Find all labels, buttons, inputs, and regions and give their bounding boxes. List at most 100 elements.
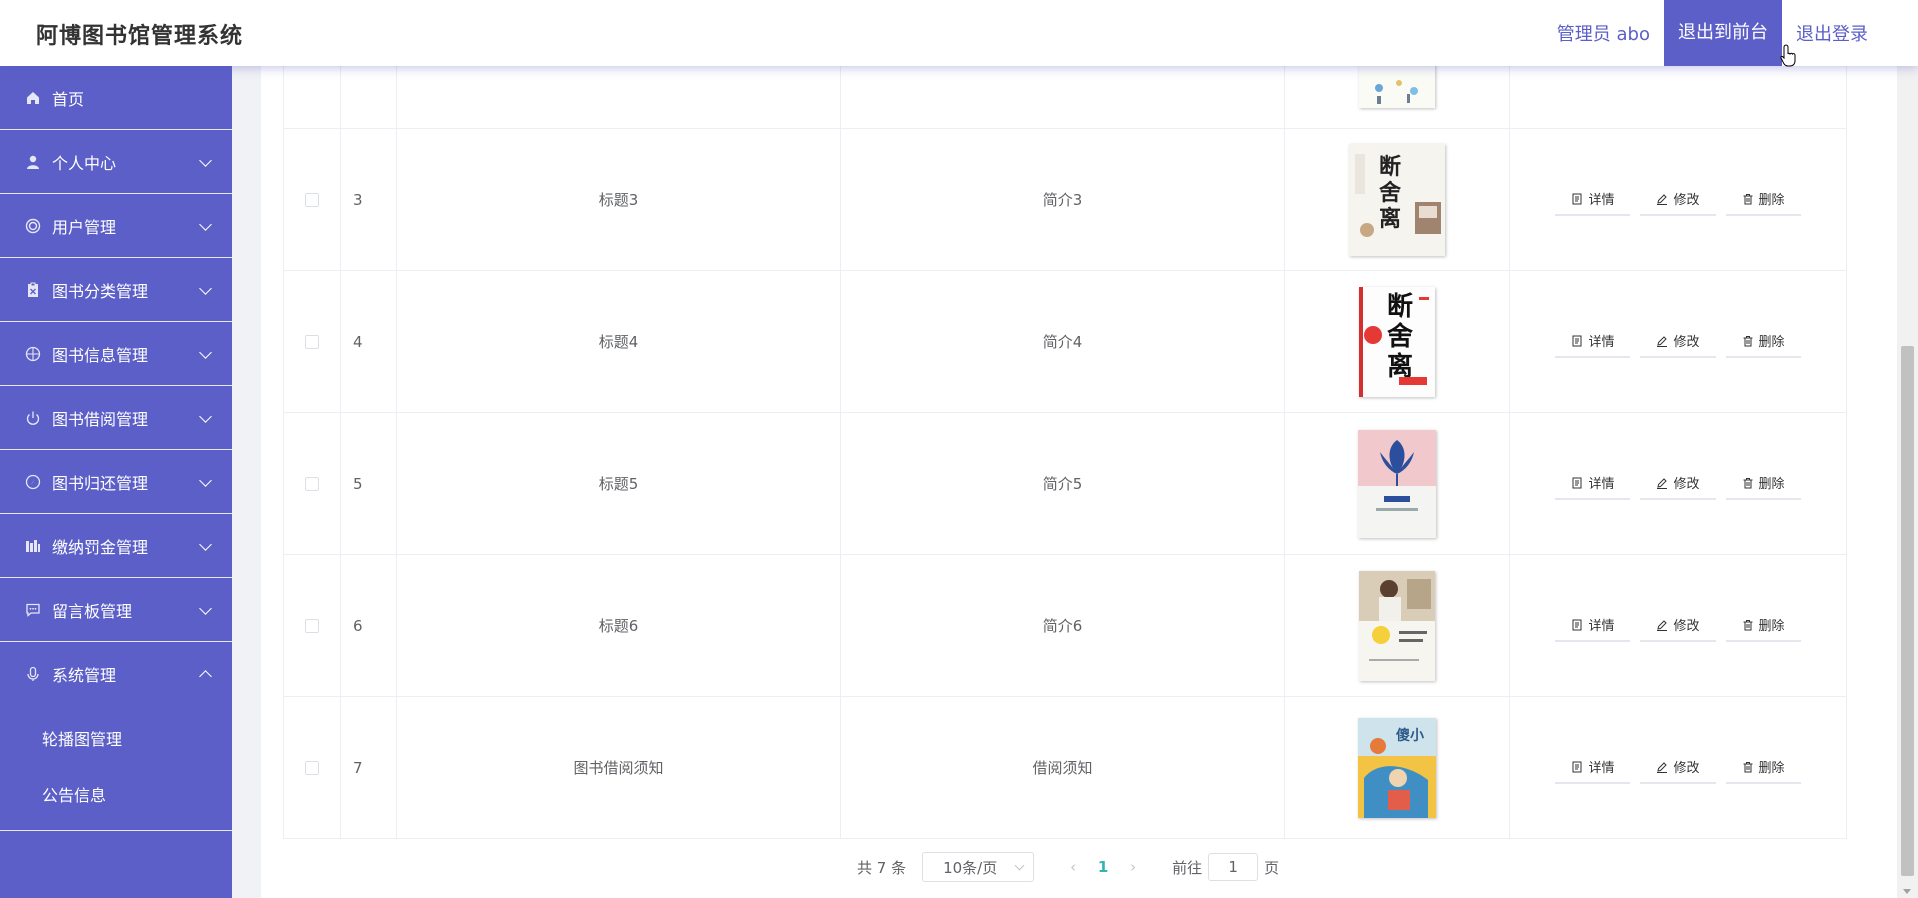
row-checkbox[interactable] (305, 760, 319, 775)
mouse-cursor-icon (1780, 44, 1798, 72)
sidebar-subitem-notice[interactable]: 公告信息 (0, 768, 232, 824)
svg-text:断: 断 (1379, 154, 1401, 180)
compass-icon (24, 473, 42, 491)
table-row: 5 标题5 简介5 详情 修改 删除 (284, 413, 1846, 555)
globe-icon (24, 345, 42, 363)
sidebar-subitem-carousel[interactable]: 轮播图管理 (0, 712, 232, 768)
row-checkbox[interactable] (305, 192, 319, 207)
edit-icon (1657, 477, 1668, 489)
sidebar-item-label: 图书借阅管理 (52, 409, 149, 429)
page-jump-input[interactable] (1208, 853, 1259, 881)
sidebar-item-label: 图书归还管理 (52, 473, 149, 493)
sidebar-item-profile[interactable]: 个人中心 (0, 130, 232, 194)
edit-button[interactable]: 修改 (1640, 751, 1716, 784)
chevron-down-icon (1014, 860, 1025, 871)
chevron-down-icon (199, 282, 212, 295)
page-size-select[interactable]: 10条/页 (922, 852, 1035, 882)
document-icon (1572, 619, 1582, 630)
delete-button[interactable]: 删除 (1725, 183, 1801, 216)
power-icon (24, 409, 42, 427)
row-index: 5 (341, 413, 397, 554)
table-row: 3 标题3 简介3 断舍离 详情 修改 删除 (284, 129, 1846, 271)
home-icon (24, 89, 42, 107)
exit-to-front-button[interactable]: 退出到前台 (1664, 0, 1782, 66)
current-user: 管理员 abo (1556, 24, 1650, 45)
detail-button[interactable]: 详情 (1555, 609, 1631, 642)
sidebar-item-label: 系统管理 (52, 666, 117, 685)
svg-text:断: 断 (1387, 291, 1413, 322)
row-checkbox[interactable] (305, 476, 319, 491)
row-desc: 简介3 (841, 129, 1285, 270)
table-row: 7 图书借阅须知 借阅须知 傻小 详情 修改 删除 (284, 697, 1846, 839)
header-actions: 管理员 abo 退出到前台 退出登录 (1543, 0, 1918, 66)
vertical-scrollbar[interactable] (1897, 66, 1918, 898)
sidebar-item-label: 首页 (52, 89, 85, 109)
sidebar-item-label: 留言板管理 (52, 601, 133, 621)
book-cover-image (1358, 429, 1436, 538)
detail-button[interactable]: 详情 (1555, 325, 1631, 358)
chevron-down-icon (199, 538, 212, 551)
top-header: 阿博图书馆管理系统 管理员 abo 退出到前台 退出登录 (0, 0, 1918, 66)
scrollbar-thumb[interactable] (1901, 346, 1914, 876)
prev-page-button[interactable]: ‹ (1058, 858, 1088, 876)
row-desc: 简介6 (841, 555, 1285, 696)
next-page-button[interactable]: › (1118, 858, 1148, 876)
sidebar-item-users[interactable]: 用户管理 (0, 194, 232, 258)
row-index: 4 (341, 271, 397, 412)
delete-button[interactable]: 删除 (1725, 751, 1801, 784)
sidebar-item-book-return[interactable]: 图书归还管理 (0, 450, 232, 514)
trash-icon (1743, 477, 1752, 488)
chevron-down-icon (199, 346, 212, 359)
sidebar-item-label: 个人中心 (52, 153, 117, 173)
logout-button[interactable]: 退出登录 (1782, 20, 1918, 46)
delete-button[interactable]: 删除 (1725, 325, 1801, 358)
trash-icon (1743, 761, 1752, 772)
chevron-down-icon (199, 218, 212, 231)
edit-button[interactable]: 修改 (1640, 467, 1716, 500)
pagination: 共 7 条 10条/页 ‹ 1 › 前往 页 (857, 852, 1279, 882)
sidebar-item-system[interactable]: 系统管理 (0, 642, 232, 706)
main-content: 3 标题3 简介3 断舍离 详情 修改 删除 4 标题4 简介4 断舍离 详情 … (261, 0, 1897, 898)
row-index: 6 (341, 555, 397, 696)
svg-text:离: 离 (1379, 206, 1401, 232)
svg-text:舍: 舍 (1387, 321, 1413, 352)
edit-button[interactable]: 修改 (1640, 183, 1716, 216)
mic-icon (24, 665, 42, 683)
scroll-down-arrow-icon[interactable] (1903, 889, 1911, 894)
row-title: 标题4 (397, 271, 841, 412)
edit-icon (1657, 193, 1668, 205)
system-submenu: 轮播图管理 公告信息 (0, 706, 232, 831)
page-number[interactable]: 1 (1088, 858, 1118, 876)
edit-icon (1657, 335, 1668, 347)
document-icon (1572, 761, 1582, 772)
book-cover-image (1359, 570, 1435, 681)
svg-text:小: 小 (1410, 728, 1424, 744)
row-checkbox[interactable] (305, 334, 319, 349)
document-icon (1572, 477, 1582, 488)
sidebar-item-fines[interactable]: 缴纳罚金管理 (0, 514, 232, 578)
edit-button[interactable]: 修改 (1640, 325, 1716, 358)
sidebar-item-label: 图书信息管理 (52, 345, 149, 365)
sidebar-item-book-borrow[interactable]: 图书借阅管理 (0, 386, 232, 450)
delete-button[interactable]: 删除 (1725, 467, 1801, 500)
detail-button[interactable]: 详情 (1555, 467, 1631, 500)
row-checkbox[interactable] (305, 618, 319, 633)
edit-button[interactable]: 修改 (1640, 609, 1716, 642)
clipboard-icon (24, 281, 42, 299)
detail-button[interactable]: 详情 (1555, 751, 1631, 784)
row-index: 3 (341, 129, 397, 270)
trash-icon (1743, 335, 1752, 346)
row-desc: 简介4 (841, 271, 1285, 412)
row-title: 标题5 (397, 413, 841, 554)
sidebar-item-messages[interactable]: 留言板管理 (0, 578, 232, 642)
sidebar-item-book-category[interactable]: 图书分类管理 (0, 258, 232, 322)
detail-button[interactable]: 详情 (1555, 183, 1631, 216)
chevron-up-icon (199, 670, 212, 683)
circle-icon (24, 217, 42, 235)
sidebar-item-home[interactable]: 首页 (0, 66, 232, 130)
trash-icon (1743, 193, 1752, 204)
sidebar: 首页 个人中心 用户管理 图书分类管理 图书信息管理 图书借阅管理 图书归还管理… (0, 66, 232, 898)
page-jump: 前往 页 (1172, 853, 1279, 881)
delete-button[interactable]: 删除 (1725, 609, 1801, 642)
sidebar-item-book-info[interactable]: 图书信息管理 (0, 322, 232, 386)
